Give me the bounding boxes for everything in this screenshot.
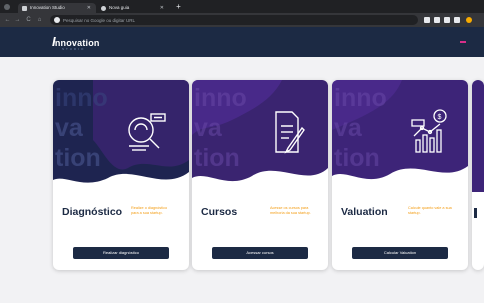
extension-icon[interactable] — [424, 17, 430, 23]
art-word-line: inno — [194, 84, 247, 112]
logo-subtitle: STUDIO — [62, 47, 86, 51]
card-art — [472, 80, 484, 192]
card-art: inno va tion — [53, 80, 189, 192]
reload-icon[interactable]: C — [24, 15, 33, 25]
new-tab-button[interactable]: + — [174, 3, 183, 12]
art-word-line: va — [194, 114, 223, 142]
extension-icon[interactable] — [444, 17, 450, 23]
forward-icon[interactable]: → — [13, 15, 22, 25]
extension-icon[interactable] — [454, 17, 460, 23]
tab-nova-guia[interactable]: Nova guia ✕ — [97, 3, 169, 13]
browser-toolbar: ← → C ⌂ — [0, 13, 484, 27]
tab-label: Innovation Studio — [30, 5, 65, 10]
back-icon[interactable]: ← — [3, 15, 12, 25]
card-diagnostico: inno va tion Diagnóstico Realize o diagn… — [53, 80, 189, 270]
card-title: Valuation — [341, 206, 388, 218]
app-header: Innovation STUDIO — [0, 27, 484, 57]
home-icon[interactable]: ⌂ — [35, 15, 44, 25]
card-description: Calcule quanto vale a sua startup. — [408, 206, 452, 215]
card-art: inno va tion — [192, 80, 328, 192]
card-title: Diagnóstico — [62, 206, 123, 218]
menu-toggle-icon[interactable] — [460, 41, 466, 43]
tab-label: Nova guia — [109, 5, 130, 10]
art-word-line: inno — [55, 84, 108, 112]
acessar-cursos-button[interactable]: Acessar cursos — [212, 247, 308, 259]
extension-icon[interactable] — [434, 17, 440, 23]
art-word-line: tion — [55, 144, 101, 172]
art-word-line: va — [55, 114, 84, 142]
realizar-diagnostico-button[interactable]: Realizar diagnóstico — [73, 247, 169, 259]
close-tab-icon[interactable]: ✕ — [160, 3, 164, 13]
card-cursos: inno va tion Cursos Acesse os cursos par… — [192, 80, 328, 270]
art-word-line: inno — [334, 84, 387, 112]
art-word-line: tion — [194, 144, 240, 172]
card-title: Cursos — [201, 206, 238, 218]
art-word-line: tion — [334, 144, 380, 172]
card-title — [474, 208, 477, 218]
profile-avatar[interactable] — [466, 17, 472, 23]
tab-innovation-studio[interactable]: Innovation Studio ✕ — [18, 3, 96, 13]
svg-text:$: $ — [438, 114, 442, 121]
card-art: inno va tion $ — [332, 80, 468, 192]
card-description: Acesse os cursos para melhoria da sua st… — [270, 206, 311, 215]
main-content: inno va tion Diagnóstico Realize o diagn… — [0, 57, 484, 303]
chrome-icon — [101, 5, 106, 11]
close-tab-icon[interactable]: ✕ — [87, 3, 91, 13]
address-input[interactable] — [63, 15, 363, 25]
art-word-line: va — [334, 114, 363, 142]
card-partial — [472, 80, 484, 270]
google-icon — [54, 17, 60, 23]
favicon-icon — [22, 5, 27, 11]
calcular-valuation-button[interactable]: Calcular Valuation — [352, 247, 448, 259]
address-bar[interactable] — [50, 15, 418, 25]
card-valuation: inno va tion $ Valuation Calcule quanto … — [332, 80, 468, 270]
browser-tab-bar: Innovation Studio ✕ Nova guia ✕ + — [0, 0, 484, 13]
card-description: Realize o diagnóstico para a sua startup… — [131, 206, 168, 215]
window-menu-icon[interactable] — [4, 4, 10, 10]
